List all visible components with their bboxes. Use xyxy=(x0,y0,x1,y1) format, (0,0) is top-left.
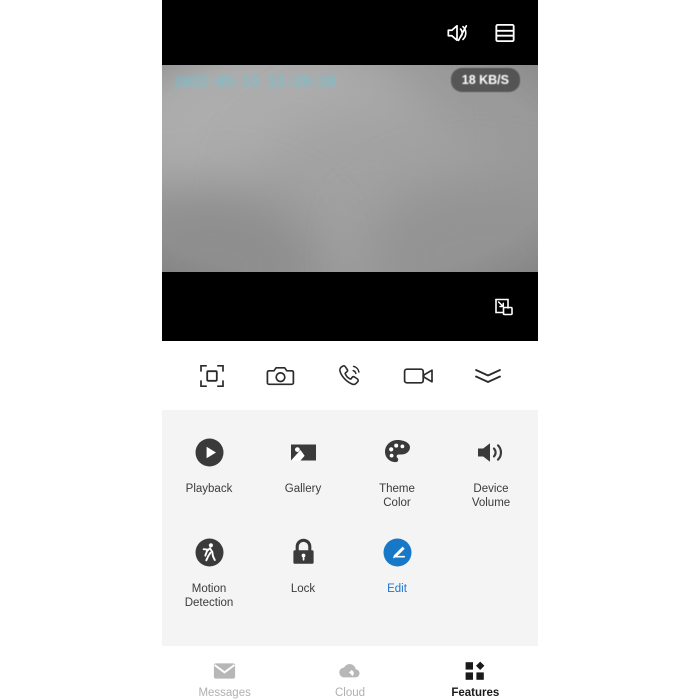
feature-lock[interactable]: Lock xyxy=(256,526,350,626)
feature-grid: Playback Gallery Theme Color Device Volu… xyxy=(162,426,538,626)
nav-label: Cloud xyxy=(334,687,366,699)
video-vignette xyxy=(162,65,538,272)
player-control-row xyxy=(162,341,538,410)
palette-icon xyxy=(381,436,414,469)
nav-item-features[interactable]: Features xyxy=(425,660,525,699)
feature-edit[interactable]: Edit xyxy=(350,526,444,626)
feature-theme-color[interactable]: Theme Color xyxy=(350,426,444,526)
feature-label: Motion Detection xyxy=(184,583,234,609)
feature-empty-slot xyxy=(444,526,538,626)
grid-features-icon xyxy=(465,660,485,682)
bitrate-badge: 18 KB/S xyxy=(450,68,520,92)
nav-label: Messages xyxy=(198,687,251,699)
gallery-image-icon xyxy=(287,436,320,469)
camera-app-screen: 2022-05-13 12:29:18 18 KB/S Playback Gal… xyxy=(162,0,538,700)
video-record-icon xyxy=(403,367,433,384)
video-stream-surface[interactable]: 2022-05-13 12:29:18 18 KB/S xyxy=(162,65,538,272)
intercom-button[interactable] xyxy=(333,359,367,393)
camera-snapshot-icon xyxy=(266,366,295,385)
feature-label: Device Volume xyxy=(471,483,511,509)
quality-icon xyxy=(200,364,225,387)
feature-label: Lock xyxy=(290,583,316,595)
mute-icon[interactable] xyxy=(444,20,470,46)
video-timestamp-overlay: 2022-05-13 12:29:18 xyxy=(174,74,337,90)
record-button[interactable] xyxy=(402,359,436,393)
edit-pencil-icon xyxy=(381,536,414,569)
feature-playback[interactable]: Playback xyxy=(162,426,256,526)
quality-button[interactable] xyxy=(195,359,229,393)
feature-motion-detection[interactable]: Motion Detection xyxy=(162,526,256,626)
motion-walking-icon xyxy=(193,536,226,569)
split-view-icon[interactable] xyxy=(492,20,518,46)
feature-gallery[interactable]: Gallery xyxy=(256,426,350,526)
nav-item-messages[interactable]: Messages xyxy=(175,660,275,699)
nav-label: Features xyxy=(451,687,500,699)
features-panel: Playback Gallery Theme Color Device Volu… xyxy=(162,410,538,646)
feature-label: Playback xyxy=(185,483,233,495)
lock-icon xyxy=(287,536,320,569)
feature-label: Edit xyxy=(387,583,407,595)
cloud-icon xyxy=(338,660,362,682)
play-circle-icon xyxy=(193,436,226,469)
player-top-toolbar xyxy=(162,0,538,65)
collapse-chevrons-icon xyxy=(474,368,501,383)
snapshot-button[interactable] xyxy=(264,359,298,393)
picture-in-picture-icon[interactable] xyxy=(492,295,516,319)
feature-label: Gallery xyxy=(284,483,322,495)
speaker-volume-icon xyxy=(475,436,508,469)
video-player[interactable]: 2022-05-13 12:29:18 18 KB/S xyxy=(162,0,538,341)
collapse-button[interactable] xyxy=(471,359,505,393)
player-bottom-toolbar xyxy=(162,272,538,341)
feature-label: Theme Color xyxy=(379,483,415,509)
bottom-navigation: Messages Cloud Features xyxy=(162,646,538,700)
intercom-call-icon xyxy=(339,364,360,385)
feature-device-volume[interactable]: Device Volume xyxy=(444,426,538,526)
envelope-icon xyxy=(213,660,236,682)
nav-item-cloud[interactable]: Cloud xyxy=(300,660,400,699)
